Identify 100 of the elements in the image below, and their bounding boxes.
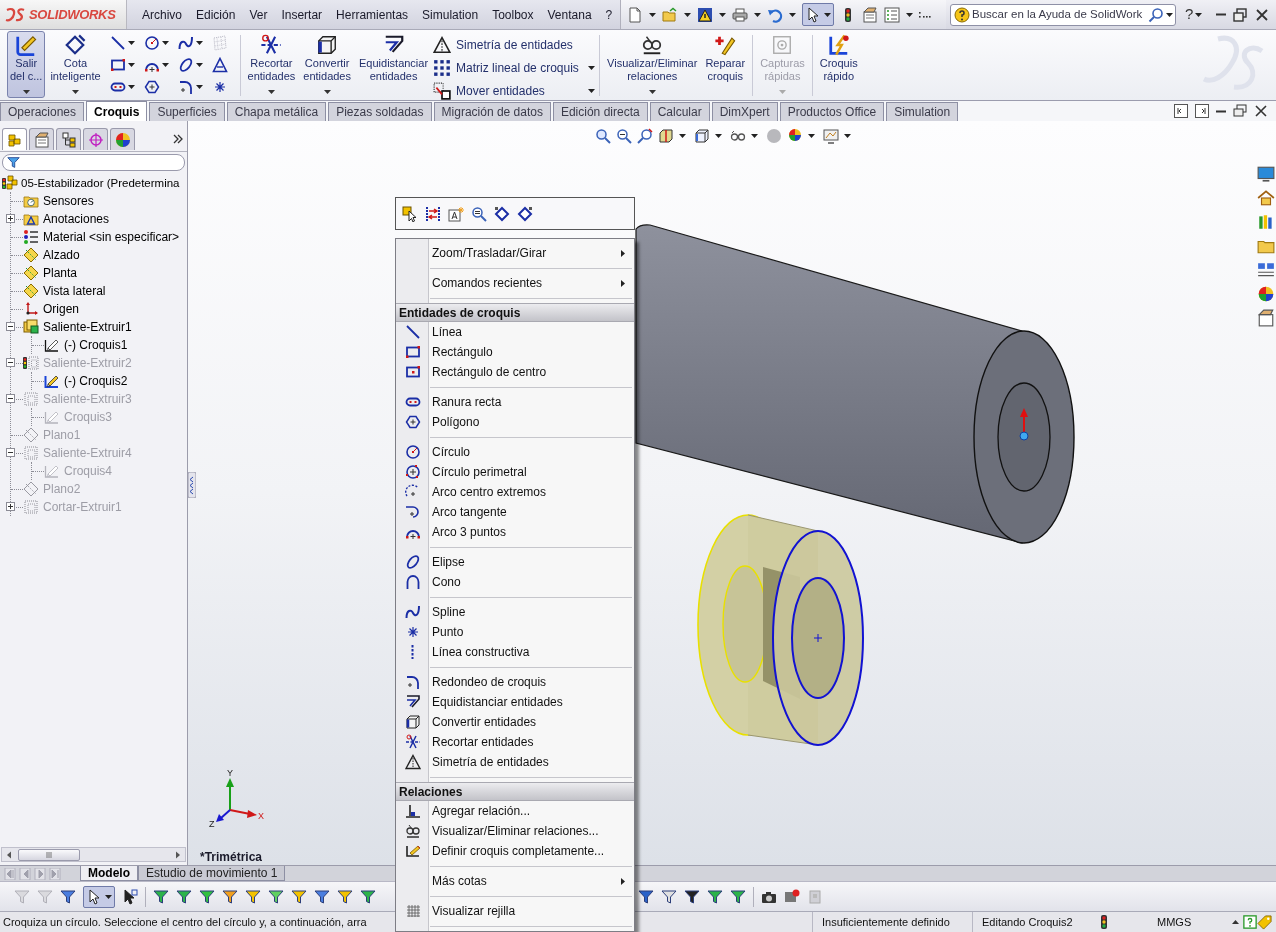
rhombus-icon[interactable] [494, 205, 510, 222]
caret-icon[interactable] [1195, 12, 1203, 17]
caret-icon[interactable] [715, 134, 722, 138]
sketch-pencil-icon[interactable] [15, 34, 38, 56]
view-list-icon[interactable] [1257, 260, 1275, 279]
menu-item[interactable]: Punto [396, 622, 634, 642]
tab[interactable]: Estudio de movimiento 1 [138, 866, 286, 881]
tab[interactable]: Chapa metálica [226, 102, 327, 121]
note-icon[interactable] [448, 205, 464, 222]
minimize-icon[interactable] [1216, 109, 1226, 113]
caret-icon[interactable] [648, 90, 656, 94]
scrollbar-thumb[interactable] [18, 848, 80, 861]
filter-icon[interactable] [222, 888, 238, 905]
glasses-icon[interactable] [641, 34, 664, 56]
minus-box-icon[interactable] [6, 322, 15, 331]
zoom-icon[interactable] [471, 205, 487, 222]
help-icon[interactable] [1243, 915, 1257, 929]
menu-item[interactable]: Redondeo de croquis [396, 672, 634, 692]
menu-item[interactable]: Insertar [274, 3, 330, 26]
right-arrow-icon[interactable] [175, 850, 181, 859]
caret-icon[interactable] [323, 90, 331, 94]
chevrons-handle-icon[interactable] [188, 472, 196, 498]
tree-item[interactable]: Saliente-Extruir1 [39, 319, 132, 335]
caret-icon[interactable] [844, 134, 851, 138]
color-sphere-icon[interactable] [1257, 284, 1275, 303]
tab[interactable]: DimXpert [711, 102, 778, 121]
scissors-icon[interactable] [260, 34, 283, 56]
search-icon[interactable] [1148, 6, 1164, 23]
triangle-icon[interactable] [433, 35, 452, 54]
caret-icon[interactable] [588, 65, 596, 70]
triangle-icon[interactable] [211, 57, 228, 73]
color-sphere-icon[interactable] [787, 128, 803, 144]
box-icon[interactable] [1257, 308, 1275, 327]
tab[interactable]: Calcular [649, 102, 710, 121]
menu-item[interactable]: Círculo perimetral [396, 462, 634, 482]
new-document-icon[interactable] [627, 6, 643, 23]
units-button[interactable]: MMGS [1157, 913, 1192, 931]
caret-icon[interactable] [127, 85, 135, 89]
minus-box-icon[interactable] [6, 358, 15, 367]
help-button[interactable]: ? [1183, 3, 1196, 26]
select-tool-button[interactable] [83, 885, 115, 908]
menu-item[interactable]: Elipse [396, 552, 634, 572]
rounded-corner-icon[interactable] [177, 79, 194, 95]
caret-icon[interactable] [789, 12, 796, 17]
filter-icon[interactable] [638, 888, 654, 905]
ribbon-button[interactable]: Simetría de entidades [433, 33, 596, 56]
menu-item[interactable]: Agregar relación... [396, 801, 634, 821]
monitor-icon[interactable] [1257, 164, 1275, 183]
filter-icon[interactable] [245, 888, 261, 905]
panel-tab[interactable] [56, 128, 81, 150]
tab[interactable]: Edición directa [552, 102, 648, 121]
menu-item[interactable]: Arco 3 puntos [396, 522, 634, 542]
menu-item[interactable]: Rectángulo de centro [396, 362, 634, 382]
panel-tab[interactable] [83, 128, 108, 150]
menu-item[interactable]: Spline [396, 602, 634, 622]
filter-icon[interactable] [337, 888, 353, 905]
ribbon-button[interactable]: Recortar entidades [244, 31, 299, 98]
books-icon[interactable] [1257, 212, 1275, 231]
folder-icon[interactable] [662, 6, 678, 23]
glasses-icon[interactable] [730, 128, 746, 144]
tab[interactable]: Modelo [80, 866, 138, 881]
ribbon-button[interactable]: Salir del c... [7, 31, 46, 98]
tree-item[interactable]: (-) Croquis2 [60, 373, 128, 389]
rectangle-icon[interactable] [109, 57, 126, 73]
circle-icon[interactable] [143, 35, 160, 51]
close-icon[interactable] [1254, 6, 1270, 23]
filter-icon[interactable] [360, 888, 376, 905]
tree-item[interactable]: 05-Estabilizador (Predetermina [18, 175, 180, 191]
caret-icon[interactable] [267, 90, 275, 94]
plus-box-icon[interactable] [6, 502, 15, 511]
menu-item[interactable]: Convertir entidades [396, 712, 634, 732]
menu-item[interactable]: Visualizar rejilla [396, 901, 634, 921]
caret-icon[interactable] [808, 134, 815, 138]
filter-icon[interactable] [291, 888, 307, 905]
left-arrow-icon[interactable] [6, 850, 12, 859]
menu-item[interactable]: Recortar entidades [396, 732, 634, 752]
caret-icon[interactable] [105, 894, 112, 899]
plus-box-icon[interactable] [6, 214, 15, 223]
line-icon[interactable] [109, 35, 126, 51]
caret-icon[interactable] [161, 41, 169, 45]
menu-item[interactable]: ? [598, 3, 620, 26]
warning-icon[interactable] [697, 6, 713, 23]
menu-item[interactable]: Toolbox [485, 3, 541, 26]
tree-item[interactable]: Material <sin especificar> [39, 229, 180, 245]
caret-icon[interactable] [72, 90, 79, 94]
tree-item[interactable]: Alzado [39, 247, 80, 263]
tile-left-icon[interactable] [1174, 104, 1188, 118]
checklist-icon[interactable] [884, 6, 900, 23]
caret-icon[interactable] [679, 134, 686, 138]
dot-grid-icon[interactable] [433, 58, 452, 77]
filter-icon[interactable] [153, 888, 169, 905]
cursor-icon[interactable] [805, 6, 821, 23]
menu-item[interactable]: Línea constructiva [396, 642, 634, 662]
caret-icon[interactable] [754, 12, 761, 17]
menu-item[interactable]: Zoom/Trasladar/Girar [396, 243, 634, 263]
traffic-light-icon[interactable] [1100, 914, 1108, 930]
caret-icon[interactable] [22, 90, 30, 94]
tree-item[interactable]: Sensores [39, 193, 94, 209]
ribbon-button[interactable]: Cota inteligente [47, 31, 104, 98]
tile-right-icon[interactable] [1195, 104, 1209, 118]
